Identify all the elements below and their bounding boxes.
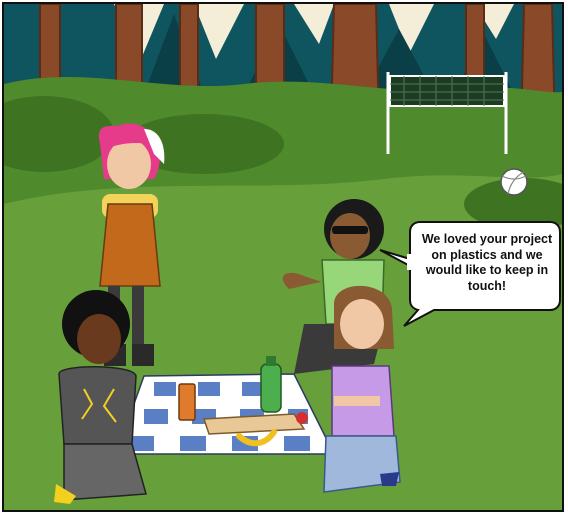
speech-bubble-text: We loved your project on plastics and we…: [421, 232, 553, 293]
comic-panel: We loved your project on plastics and we…: [0, 0, 568, 516]
character-girl-purple: [323, 285, 401, 493]
panel-frame: We loved your project on plastics and we…: [2, 2, 564, 512]
volleyball: [500, 168, 528, 196]
